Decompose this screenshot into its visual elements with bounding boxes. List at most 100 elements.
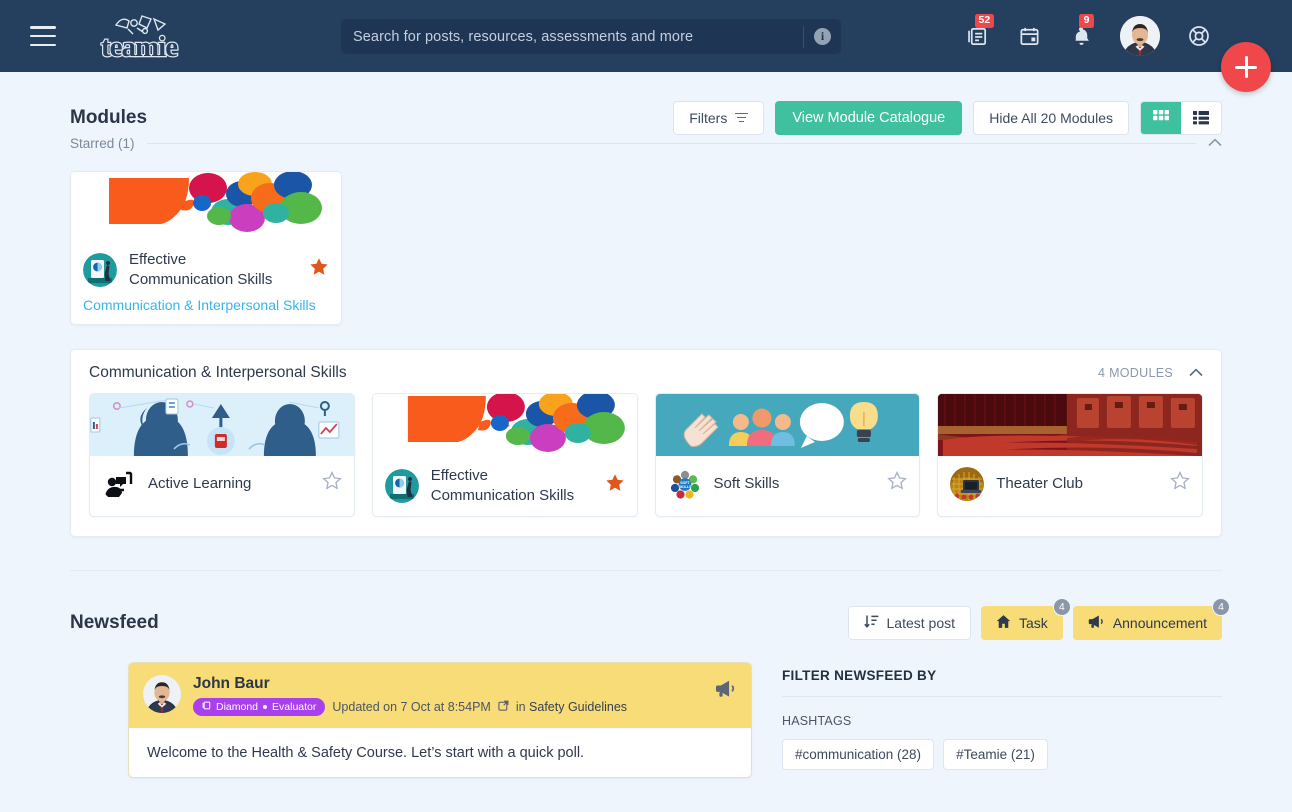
module-card[interactable]: SOFT SKILLS Soft Skills [654,392,921,517]
hashtags-label: HASHTAGS [782,713,852,728]
modules-header: Modules Filters View Module Catalogue Hi… [70,72,1222,136]
library-icon[interactable]: 52 [964,14,994,49]
bell-icon[interactable]: 9 [1068,14,1094,49]
newsfeed-posts: John Baur Diamond Evaluator Updated on 7… [70,661,752,778]
star-filled-icon[interactable] [605,473,625,498]
star-outline-icon[interactable] [1170,471,1190,496]
module-group-title: Communication & Interpersonal Skills [89,363,347,381]
module-card-body: Effective Communication Skills [71,240,341,300]
post-author-avatar[interactable] [143,674,181,713]
hashtag-chip[interactable]: #communication (28) [782,738,935,770]
star-outline-icon[interactable] [887,471,908,496]
module-name-line2: Communication Skills [129,270,273,288]
post-context-target[interactable]: Safety Guidelines [529,700,627,714]
calendar-icon[interactable] [1016,23,1042,49]
badge-role: Evaluator [272,700,317,713]
top-navigation-bar: teamie Search for posts, resources, asse… [0,0,1292,92]
announcement-label: Announcement [1112,614,1207,631]
newsfeed-title: Newsfeed [70,611,159,633]
filters-label: Filters [689,109,728,126]
star-filled-icon[interactable] [309,257,329,282]
list-view-icon[interactable] [1181,101,1221,134]
newsfeed-header: Newsfeed Latest post Task 4 Announcement… [70,571,1230,640]
module-card-body: SOFT SKILLS Soft Skills [656,456,920,512]
hashtag-chip[interactable]: #Teamie (21) [943,738,1048,770]
module-name: Active Learning [148,474,252,492]
task-label: Task [1019,614,1048,631]
starred-section-header: Starred (1) [70,134,1222,152]
grid-view-icon[interactable] [1141,101,1181,134]
announcement-count-badge: 4 [1212,597,1230,616]
module-icon [384,468,419,503]
search-divider [803,25,804,48]
filter-panel-divider [782,695,1222,697]
create-post-button[interactable] [1221,42,1271,92]
post-context-prefix: in [515,699,526,714]
post-context: in Safety Guidelines [516,700,627,714]
module-cover-image [938,393,1202,456]
star-outline-icon[interactable] [321,471,342,496]
avatar-image [1120,16,1160,56]
diamond-book-icon [202,701,211,713]
module-group-header: Communication & Interpersonal Skills 4 M… [71,350,1221,393]
module-icon [83,252,117,287]
filters-button[interactable]: Filters [673,100,765,135]
sort-latest-post-button[interactable]: Latest post [847,605,972,640]
module-icon [102,466,136,501]
module-card-body: Effective Communication Skills [373,456,637,516]
module-card-body: Active Learning [90,456,354,512]
lifebuoy-help-icon[interactable] [1186,23,1212,49]
filter-panel-title: FILTER NEWSFEED BY [782,667,937,683]
post-author-block: John Baur Diamond Evaluator Updated on 7… [193,675,703,716]
post-header: John Baur Diamond Evaluator Updated on 7… [129,662,751,728]
newsfeed-body: John Baur Diamond Evaluator Updated on 7… [70,661,1222,778]
main-content: Modules Filters View Module Catalogue Hi… [0,72,1292,778]
view-module-catalogue-button[interactable]: View Module Catalogue [775,100,963,135]
newsfeed-toolbar: Latest post Task 4 Announcement 4 [847,597,1230,640]
module-name-line1: Effective [430,466,489,484]
module-cover-image [372,393,637,456]
hamburger-menu-icon[interactable] [30,26,56,46]
info-icon[interactable]: i [814,28,831,45]
module-card[interactable]: Theater Club [937,392,1203,517]
module-name: Effective Communication Skills [431,466,593,506]
module-card[interactable]: Active Learning [89,392,355,517]
view-toggle [1140,100,1222,135]
search-placeholder: Search for posts, resources, assessments… [353,28,694,45]
chevron-up-icon[interactable] [1208,134,1222,152]
module-name-line2: Communication Skills [430,486,575,504]
announcement-filter-button[interactable]: Announcement 4 [1072,597,1230,640]
modules-toolbar: Filters View Module Catalogue Hide All 2… [673,100,1222,135]
post-body-text: Welcome to the Health & Safety Course. L… [147,744,585,761]
starred-label: Starred (1) [70,135,135,151]
module-group-link[interactable]: Communication & Interpersonal Skills [71,297,341,324]
module-group-panel: Communication & Interpersonal Skills 4 M… [70,348,1222,537]
svg-text:SKILLS: SKILLS [678,485,691,489]
task-filter-button[interactable]: Task 4 [981,597,1071,640]
teamie-logo-mark: teamie [100,15,180,64]
user-avatar[interactable] [1120,16,1160,56]
badge-separator-dot [263,704,268,709]
module-card[interactable]: Effective Communication Skills [371,392,638,517]
module-cover-image [655,393,920,456]
hide-all-modules-button[interactable]: Hide All 20 Modules [973,100,1129,135]
teamie-logo[interactable]: teamie [98,11,202,64]
chevron-up-icon[interactable] [1189,364,1203,382]
sort-label: Latest post [886,614,956,631]
starred-divider [146,142,1196,144]
module-icon: SOFT SKILLS [667,466,702,501]
module-count-label: 4 MODULES [1098,365,1173,380]
svg-text:teamie: teamie [101,31,178,61]
module-group-meta: 4 MODULES [1098,364,1203,382]
external-link-icon[interactable] [498,698,509,716]
post-pin-megaphone-icon[interactable] [715,675,737,703]
bell-badge: 9 [1079,14,1094,28]
post-meta: Diamond Evaluator Updated on 7 Oct at 8:… [193,698,703,716]
app-screen: teamie Search for posts, resources, asse… [0,0,1292,812]
post-author-name[interactable]: John Baur [193,675,703,693]
module-card-body: Theater Club [938,456,1202,512]
search-input[interactable]: Search for posts, resources, assessments… [341,19,841,54]
hashtag-list: #communication (28) #Teamie (21) [782,738,1222,770]
newsfeed-filter-panel: FILTER NEWSFEED BY HASHTAGS #communicati… [782,662,1222,778]
starred-module-card[interactable]: Effective Communication Skills Communica… [70,171,342,325]
